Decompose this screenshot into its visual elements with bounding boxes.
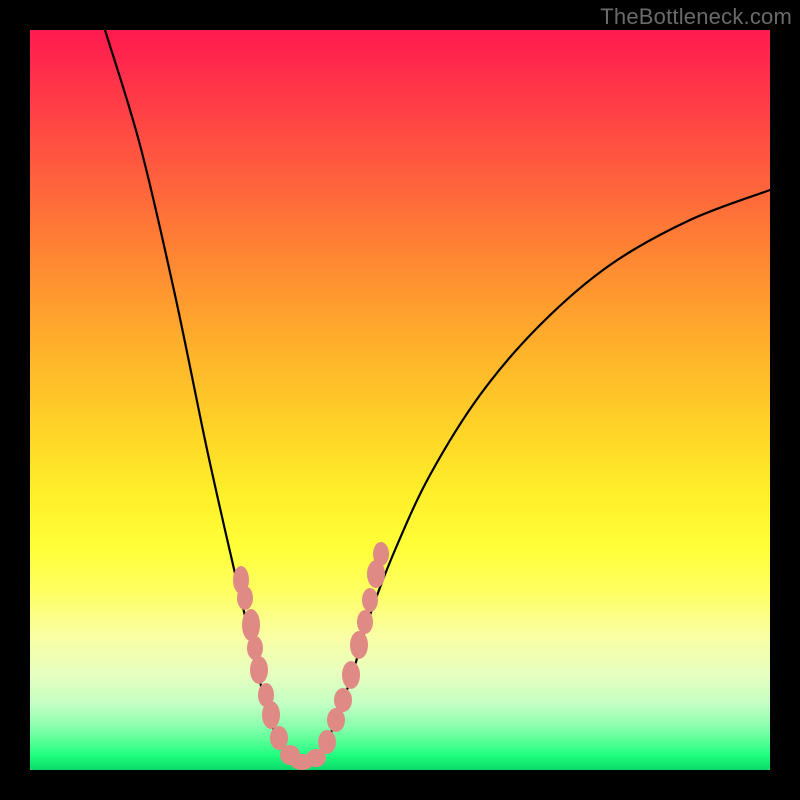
data-bead	[350, 631, 368, 659]
data-bead	[242, 609, 260, 641]
right-curve	[302, 190, 770, 765]
data-bead	[373, 542, 389, 566]
data-bead	[357, 610, 373, 634]
chart-frame: TheBottleneck.com	[0, 0, 800, 800]
data-bead	[250, 656, 268, 684]
watermark-text: TheBottleneck.com	[600, 4, 792, 30]
data-bead	[334, 688, 352, 712]
bead-group	[233, 542, 389, 770]
curve-layer	[30, 30, 770, 770]
data-bead	[318, 730, 336, 754]
data-bead	[342, 661, 360, 689]
left-curve	[105, 30, 302, 765]
plot-area	[30, 30, 770, 770]
data-bead	[237, 586, 253, 610]
data-bead	[262, 701, 280, 729]
data-bead	[362, 588, 378, 612]
